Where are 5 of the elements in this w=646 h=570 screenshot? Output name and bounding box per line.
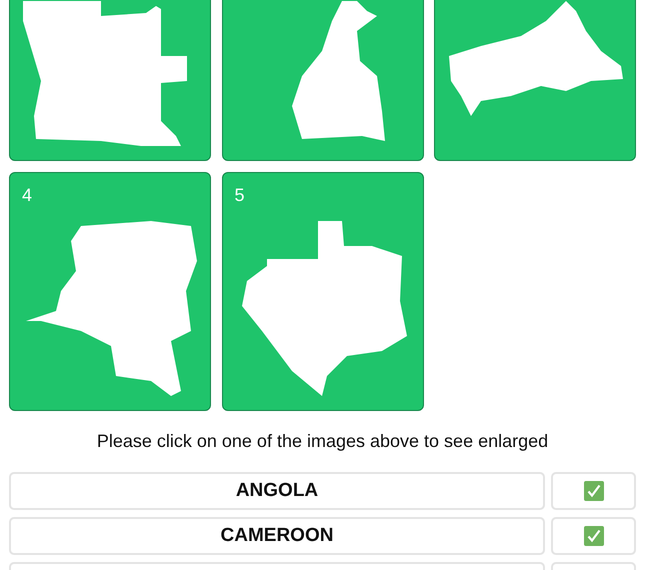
card-number: 5 — [234, 185, 245, 206]
card-number: 4 — [22, 185, 32, 206]
answer-field[interactable]: ANGOLA — [9, 472, 545, 510]
instruction-text: Please click on one of the images above to see enlarged — [96, 430, 548, 452]
answer-field[interactable]: CAMEROON — [9, 517, 545, 555]
